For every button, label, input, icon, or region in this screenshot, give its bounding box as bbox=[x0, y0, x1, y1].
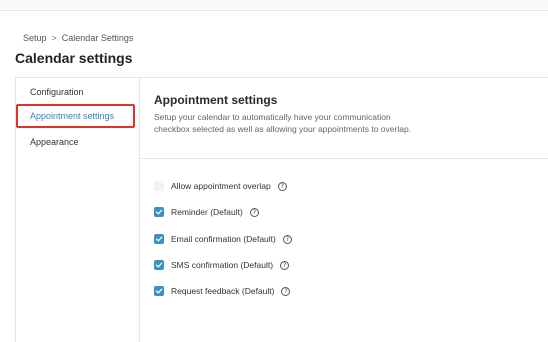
breadcrumb: Setup > Calendar Settings bbox=[23, 33, 133, 43]
breadcrumb-separator: > bbox=[51, 33, 57, 43]
option-reminder: Reminder (Default) ? bbox=[154, 207, 259, 217]
request-feedback-checkbox[interactable] bbox=[154, 286, 164, 296]
sidebar-item-appearance[interactable]: Appearance bbox=[30, 137, 79, 147]
section-description: Setup your calendar to automatically hav… bbox=[154, 112, 412, 134]
check-icon bbox=[155, 236, 163, 242]
divider bbox=[140, 158, 548, 159]
help-icon[interactable]: ? bbox=[280, 260, 290, 270]
breadcrumb-item-setup[interactable]: Setup bbox=[23, 33, 47, 43]
option-label: SMS confirmation (Default) bbox=[171, 260, 274, 270]
help-icon[interactable]: ? bbox=[277, 181, 287, 191]
sidebar: Configuration Appointment settings Appea… bbox=[16, 78, 140, 342]
selection-highlight bbox=[16, 104, 135, 128]
sms-confirmation-checkbox[interactable] bbox=[154, 260, 164, 270]
main-panel: Appointment settings Setup your calendar… bbox=[140, 78, 548, 342]
help-icon[interactable]: ? bbox=[282, 234, 292, 244]
breadcrumb-item-calendar-settings: Calendar Settings bbox=[61, 33, 134, 43]
email-confirmation-checkbox[interactable] bbox=[154, 234, 164, 244]
allow-overlap-checkbox[interactable] bbox=[154, 181, 164, 191]
top-bar bbox=[0, 0, 548, 11]
option-label: Allow appointment overlap bbox=[171, 181, 271, 191]
page-title: Calendar settings bbox=[15, 50, 133, 66]
sidebar-item-configuration[interactable]: Configuration bbox=[30, 87, 84, 97]
option-label: Reminder (Default) bbox=[171, 207, 243, 217]
option-label: Email confirmation (Default) bbox=[171, 234, 276, 244]
check-icon bbox=[155, 288, 163, 294]
option-allow-appointment-overlap: Allow appointment overlap ? bbox=[154, 181, 287, 191]
section-title: Appointment settings bbox=[154, 93, 278, 107]
check-icon bbox=[155, 209, 163, 215]
check-icon bbox=[155, 262, 163, 268]
option-sms-confirmation: SMS confirmation (Default) ? bbox=[154, 260, 290, 270]
help-icon[interactable]: ? bbox=[281, 286, 291, 296]
help-icon[interactable]: ? bbox=[249, 207, 259, 217]
option-label: Request feedback (Default) bbox=[171, 286, 275, 296]
reminder-checkbox[interactable] bbox=[154, 207, 164, 217]
option-email-confirmation: Email confirmation (Default) ? bbox=[154, 234, 292, 244]
content-area: Configuration Appointment settings Appea… bbox=[15, 77, 548, 342]
option-request-feedback: Request feedback (Default) ? bbox=[154, 286, 291, 296]
